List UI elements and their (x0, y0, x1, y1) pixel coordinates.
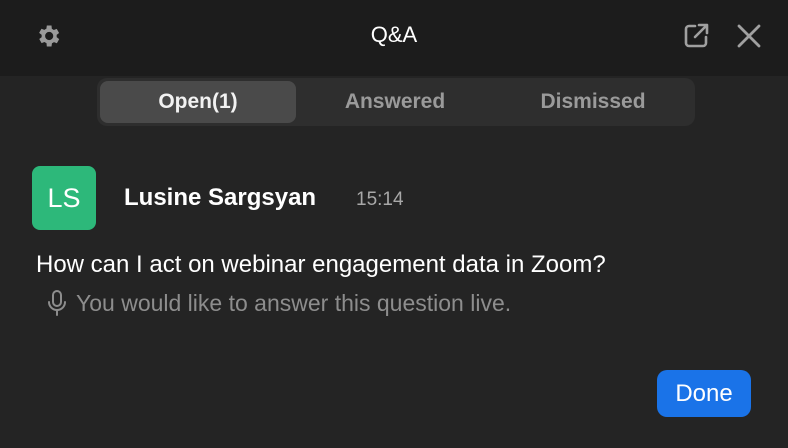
close-icon[interactable] (734, 21, 764, 51)
tab-dismissed[interactable]: Dismissed (494, 81, 692, 123)
microphone-icon (48, 290, 66, 316)
tab-open[interactable]: Open(1) (100, 81, 296, 123)
popout-icon[interactable] (680, 20, 712, 52)
tab-answered[interactable]: Answered (296, 81, 494, 123)
question-text: How can I act on webinar engagement data… (36, 251, 606, 278)
author-name: Lusine Sargsyan (124, 184, 317, 211)
title-bar: Q&A (0, 0, 788, 76)
tab-bar: Open(1) Answered Dismissed (97, 78, 695, 126)
avatar: LS (32, 166, 96, 230)
done-button[interactable]: Done (657, 370, 751, 417)
live-answer-text: You would like to answer this question l… (76, 289, 512, 316)
question-timestamp: 15:14 (356, 189, 404, 210)
window-title: Q&A (370, 22, 418, 47)
live-answer-note: You would like to answer this question l… (46, 288, 511, 318)
